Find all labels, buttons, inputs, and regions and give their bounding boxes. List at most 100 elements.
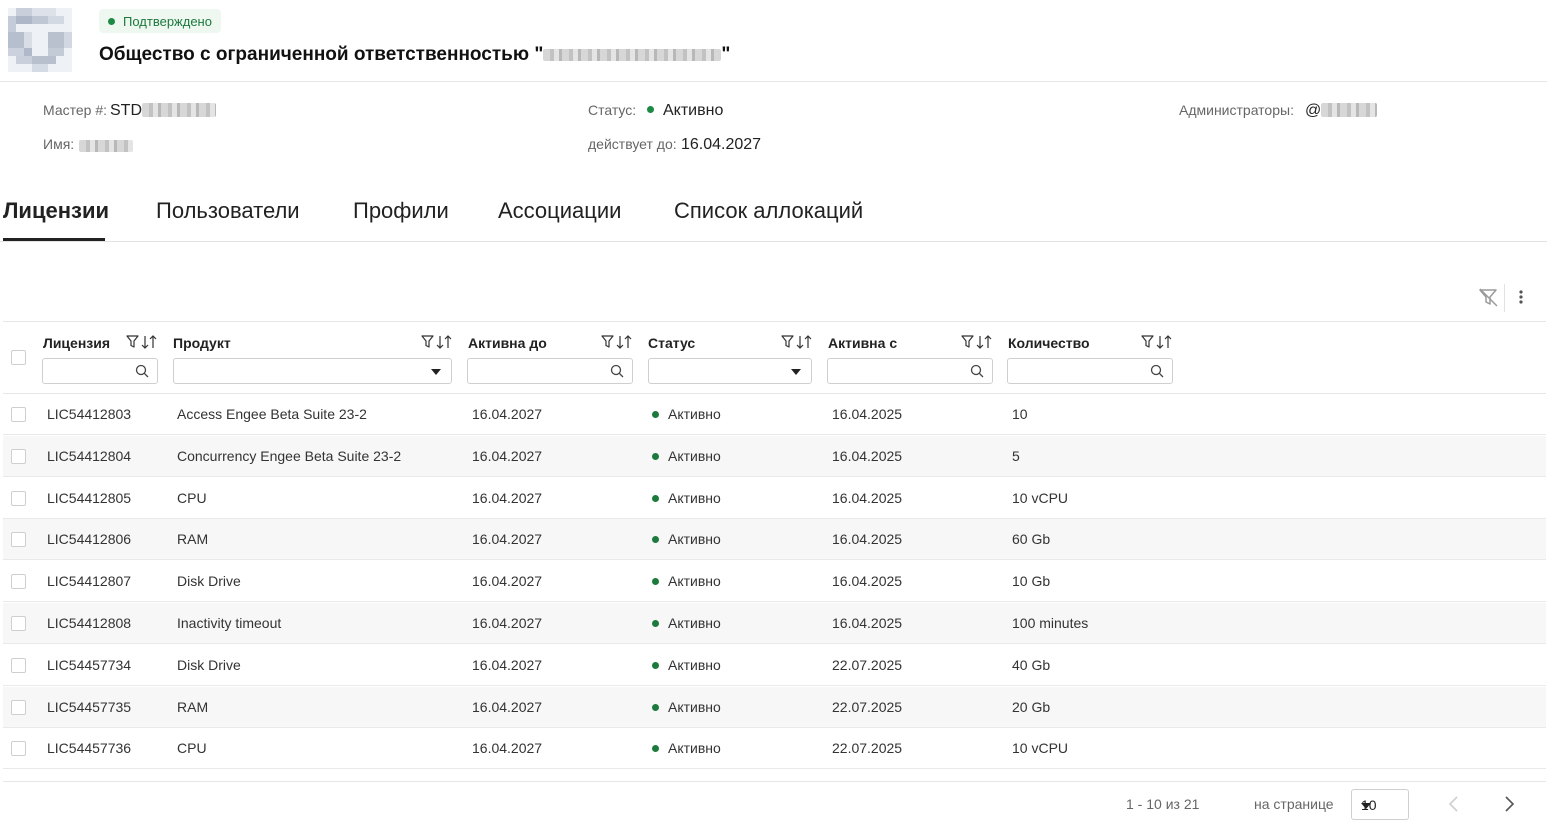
master-label: Мастер #: bbox=[43, 102, 107, 118]
status-dot-icon bbox=[652, 704, 659, 711]
search-icon bbox=[970, 364, 984, 378]
search-icon bbox=[610, 364, 624, 378]
table-row[interactable]: LIC54412804 Concurrency Engee Beta Suite… bbox=[3, 436, 1546, 477]
row-checkbox[interactable] bbox=[11, 741, 26, 756]
tab-allocations[interactable]: Список аллокаций bbox=[674, 198, 863, 224]
cell-license: LIC54457735 bbox=[47, 699, 132, 715]
license-filter-sort-icon[interactable] bbox=[126, 334, 160, 350]
cell-status-text: Активно bbox=[668, 573, 721, 589]
redacted-name bbox=[79, 140, 133, 152]
cell-license: LIC54412804 bbox=[47, 448, 132, 464]
column-header-active-until: Активна до bbox=[468, 335, 547, 351]
cell-active-until: 16.04.2027 bbox=[472, 740, 543, 756]
cell-product: CPU bbox=[177, 740, 207, 756]
active-from-filter-input[interactable] bbox=[827, 358, 993, 384]
cell-status: Активно bbox=[652, 406, 721, 422]
valid-until-value: 16.04.2027 bbox=[681, 136, 762, 153]
cell-quantity: 100 minutes bbox=[1012, 615, 1089, 631]
column-header-license: Лицензия bbox=[43, 335, 111, 351]
tab-licenses[interactable]: Лицензии bbox=[3, 198, 109, 224]
cell-quantity: 20 Gb bbox=[1012, 699, 1051, 715]
search-icon bbox=[135, 364, 149, 378]
chevron-down-icon bbox=[431, 369, 441, 375]
table-row[interactable]: LIC54412805 CPU 16.04.2027 Активно 16.04… bbox=[3, 478, 1546, 519]
status-filter-sort-icon[interactable] bbox=[781, 334, 815, 350]
select-all-checkbox[interactable] bbox=[11, 350, 26, 365]
cell-product: Disk Drive bbox=[177, 573, 241, 589]
product-filter-sort-icon[interactable] bbox=[421, 334, 455, 350]
cell-quantity: 10 vCPU bbox=[1012, 740, 1069, 756]
cell-product: Concurrency Engee Beta Suite 23-2 bbox=[177, 448, 402, 464]
tab-profiles[interactable]: Профили bbox=[353, 198, 449, 224]
table-row[interactable]: LIC54412808 Inactivity timeout 16.04.202… bbox=[3, 603, 1546, 644]
per-page-select[interactable]: 10 bbox=[1351, 789, 1409, 820]
row-checkbox[interactable] bbox=[11, 449, 26, 464]
master-value: STD bbox=[110, 102, 216, 120]
search-icon bbox=[1150, 364, 1164, 378]
quantity-filter-input[interactable] bbox=[1007, 358, 1173, 384]
cell-license: LIC54412808 bbox=[47, 615, 132, 631]
cell-license: LIC54412806 bbox=[47, 531, 132, 547]
row-checkbox[interactable] bbox=[11, 700, 26, 715]
row-checkbox[interactable] bbox=[11, 532, 26, 547]
product-filter-select[interactable] bbox=[173, 358, 452, 384]
licenses-grid: Лицензия Продукт Активна до Статус Актив… bbox=[3, 274, 1546, 824]
admins-prefix: @ bbox=[1305, 102, 1322, 119]
status-dot-icon bbox=[652, 745, 659, 752]
cell-product: RAM bbox=[177, 699, 209, 715]
row-checkbox[interactable] bbox=[11, 407, 26, 422]
row-checkbox[interactable] bbox=[11, 658, 26, 673]
chevron-down-icon bbox=[791, 369, 801, 375]
status-filter-select[interactable] bbox=[648, 358, 812, 384]
active-until-filter-sort-icon[interactable] bbox=[601, 334, 635, 350]
cell-quantity: 60 Gb bbox=[1012, 531, 1051, 547]
row-checkbox[interactable] bbox=[11, 491, 26, 506]
active-from-filter-sort-icon[interactable] bbox=[961, 334, 995, 350]
org-logo bbox=[8, 8, 72, 72]
table-row[interactable]: LIC54457736 CPU 16.04.2027 Активно 22.07… bbox=[3, 728, 1546, 769]
status-dot-icon bbox=[652, 578, 659, 585]
cell-active-until: 16.04.2027 bbox=[472, 699, 543, 715]
license-filter-input[interactable] bbox=[42, 358, 158, 384]
tab-users[interactable]: Пользователи bbox=[156, 198, 300, 224]
row-checkbox[interactable] bbox=[11, 616, 26, 631]
redacted-master-id bbox=[142, 103, 216, 117]
admins-label: Администраторы: bbox=[1179, 102, 1294, 118]
per-page-label: на странице bbox=[1254, 796, 1334, 812]
clear-filters-icon[interactable] bbox=[1477, 286, 1499, 308]
redacted-admin bbox=[1321, 103, 1378, 117]
cell-status-text: Активно bbox=[668, 657, 721, 673]
status-dot-icon bbox=[652, 495, 659, 502]
prev-page-icon[interactable] bbox=[1446, 795, 1462, 813]
status-dot-icon bbox=[652, 536, 659, 543]
status-dot-icon bbox=[652, 411, 659, 418]
table-row[interactable]: LIC54457735 RAM 16.04.2027 Активно 22.07… bbox=[3, 687, 1546, 728]
grid-toolbar bbox=[3, 274, 1546, 322]
master-prefix: STD bbox=[110, 102, 142, 119]
cell-product: Disk Drive bbox=[177, 657, 241, 673]
column-header-product: Продукт bbox=[173, 335, 231, 351]
tab-associations[interactable]: Ассоциации bbox=[498, 198, 621, 224]
cell-active-until: 16.04.2027 bbox=[472, 615, 543, 631]
cell-status-text: Активно bbox=[668, 406, 721, 422]
cell-license: LIC54412807 bbox=[47, 573, 132, 589]
table-row[interactable]: LIC54412806 RAM 16.04.2027 Активно 16.04… bbox=[3, 519, 1546, 560]
row-checkbox[interactable] bbox=[11, 574, 26, 589]
table-row[interactable]: LIC54412803 Access Engee Beta Suite 23-2… bbox=[3, 394, 1546, 435]
cell-status: Активно bbox=[652, 573, 721, 589]
cell-active-until: 16.04.2027 bbox=[472, 573, 543, 589]
cell-active-until: 16.04.2027 bbox=[472, 490, 543, 506]
admins-value[interactable]: @ bbox=[1305, 102, 1378, 120]
table-row[interactable]: LIC54457734 Disk Drive 16.04.2027 Активн… bbox=[3, 645, 1546, 686]
quantity-filter-sort-icon[interactable] bbox=[1141, 334, 1175, 350]
cell-status-text: Активно bbox=[668, 699, 721, 715]
status-dot-icon bbox=[652, 662, 659, 669]
more-options-icon[interactable] bbox=[1513, 286, 1529, 308]
table-row[interactable]: LIC54412807 Disk Drive 16.04.2027 Активн… bbox=[3, 561, 1546, 602]
cell-status: Активно bbox=[652, 448, 721, 464]
page-title: Общество с ограниченной ответственностью… bbox=[99, 44, 730, 66]
next-page-icon[interactable] bbox=[1501, 795, 1517, 813]
cell-active-until: 16.04.2027 bbox=[472, 448, 543, 464]
org-title-text: Общество с ограниченной ответственностью… bbox=[99, 44, 544, 65]
active-until-filter-input[interactable] bbox=[467, 358, 633, 384]
